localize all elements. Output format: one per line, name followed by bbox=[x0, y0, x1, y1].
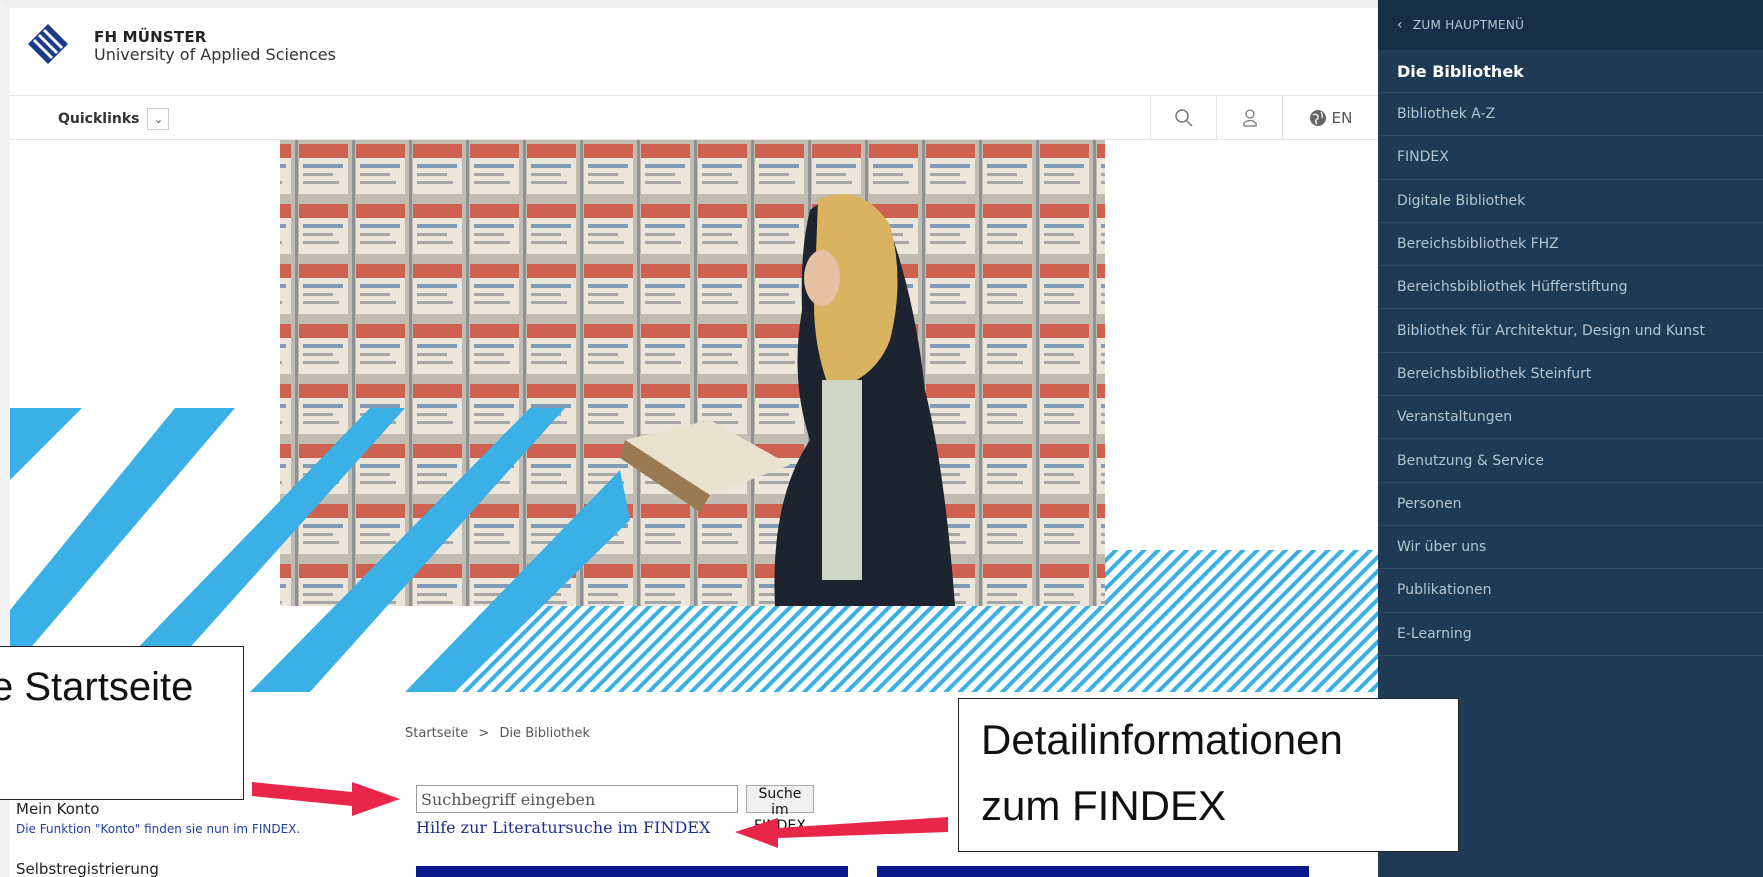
fh-logo-icon[interactable] bbox=[26, 22, 70, 66]
menu-item-publikationen[interactable]: Publikationen bbox=[1378, 569, 1763, 613]
breadcrumb-separator: > bbox=[478, 726, 490, 741]
breadcrumb: Startseite > Die Bibliothek bbox=[405, 726, 596, 741]
back-label: ZUM HAUPTMENÜ bbox=[1412, 18, 1525, 32]
nav-bar: Quicklinks ⌄ EN bbox=[10, 96, 1378, 140]
chevron-down-icon[interactable]: ⌄ bbox=[147, 108, 170, 130]
user-button[interactable] bbox=[1216, 96, 1282, 140]
annotation-line2: zum FINDEX bbox=[981, 782, 1227, 829]
logo-line1: FH MÜNSTER bbox=[94, 28, 207, 46]
account-note-link[interactable]: Die Funktion "Konto" finden sie nun im F… bbox=[16, 822, 300, 836]
menu-item-digitale-bibliothek[interactable]: Digitale Bibliothek bbox=[1378, 180, 1763, 223]
findex-help-link[interactable]: Hilfe zur Literatursuche im FINDEX bbox=[416, 818, 710, 837]
globe-icon bbox=[1309, 110, 1326, 126]
findex-search-input[interactable] bbox=[416, 785, 738, 813]
language-label: EN bbox=[1331, 109, 1353, 127]
self-registration-link[interactable]: Selbstregistrierung bbox=[16, 860, 300, 877]
menu-item-steinfurt[interactable]: Bereichsbibliothek Steinfurt bbox=[1378, 353, 1763, 397]
menu-item-fhz[interactable]: Bereichsbibliothek FHZ bbox=[1378, 223, 1763, 267]
hero-graphic bbox=[10, 140, 1378, 692]
menu-item-benutzung[interactable]: Benutzung & Service bbox=[1378, 439, 1763, 483]
user-icon bbox=[1242, 109, 1257, 127]
breadcrumb-home[interactable]: Startseite bbox=[405, 726, 468, 741]
menu-item-personen[interactable]: Personen bbox=[1378, 483, 1763, 526]
back-to-main-menu[interactable]: ‹ ZUM HAUPTMENÜ bbox=[1378, 0, 1763, 50]
annotation-startseite-text: e Startseite bbox=[0, 665, 194, 709]
search-icon bbox=[1174, 109, 1193, 127]
menu-item-findex[interactable]: FINDEX bbox=[1378, 136, 1763, 180]
account-section: Mein Konto Die Funktion "Konto" finden s… bbox=[16, 800, 300, 877]
menu-item-veranstaltungen[interactable]: Veranstaltungen bbox=[1378, 396, 1763, 440]
menu-item-hufferstiftung[interactable]: Bereichsbibliothek Hüfferstiftung bbox=[1378, 266, 1763, 310]
menu-item-wir-uber-uns[interactable]: Wir über uns bbox=[1378, 526, 1763, 570]
menu-heading[interactable]: Die Bibliothek bbox=[1378, 50, 1763, 93]
logo-text[interactable]: FH MÜNSTER University of Applied Science… bbox=[94, 28, 336, 64]
language-switch[interactable]: EN bbox=[1282, 96, 1378, 140]
annotation-startseite: e Startseite bbox=[0, 646, 244, 800]
quicklinks-dropdown[interactable]: Quicklinks ⌄ bbox=[58, 108, 170, 130]
findex-search: Suche im FINDEX bbox=[416, 785, 814, 834]
breadcrumb-current: Die Bibliothek bbox=[499, 726, 591, 741]
menu-item-bibliothek-a-z[interactable]: Bibliothek A-Z bbox=[1378, 93, 1763, 137]
annotation-line1: Detailinformationen bbox=[981, 716, 1343, 763]
site-header: FH MÜNSTER University of Applied Science… bbox=[10, 8, 1378, 96]
hero-banner bbox=[10, 140, 1378, 692]
logo-line2: University of Applied Sciences bbox=[94, 45, 336, 64]
quicklinks-label: Quicklinks bbox=[58, 111, 140, 127]
teaser-box-1[interactable] bbox=[416, 866, 848, 877]
chevron-left-icon: ‹ bbox=[1397, 17, 1403, 33]
teaser-box-2[interactable] bbox=[877, 866, 1309, 877]
findex-search-button[interactable]: Suche im FINDEX bbox=[746, 785, 814, 834]
search-button[interactable] bbox=[1150, 96, 1216, 140]
annotation-findex-details: Detailinformationen zum FINDEX bbox=[958, 698, 1459, 852]
menu-item-architektur[interactable]: Bibliothek für Architektur, Design und K… bbox=[1378, 309, 1763, 353]
account-title: Mein Konto bbox=[16, 800, 100, 818]
menu-item-e-learning[interactable]: E-Learning bbox=[1378, 613, 1763, 656]
